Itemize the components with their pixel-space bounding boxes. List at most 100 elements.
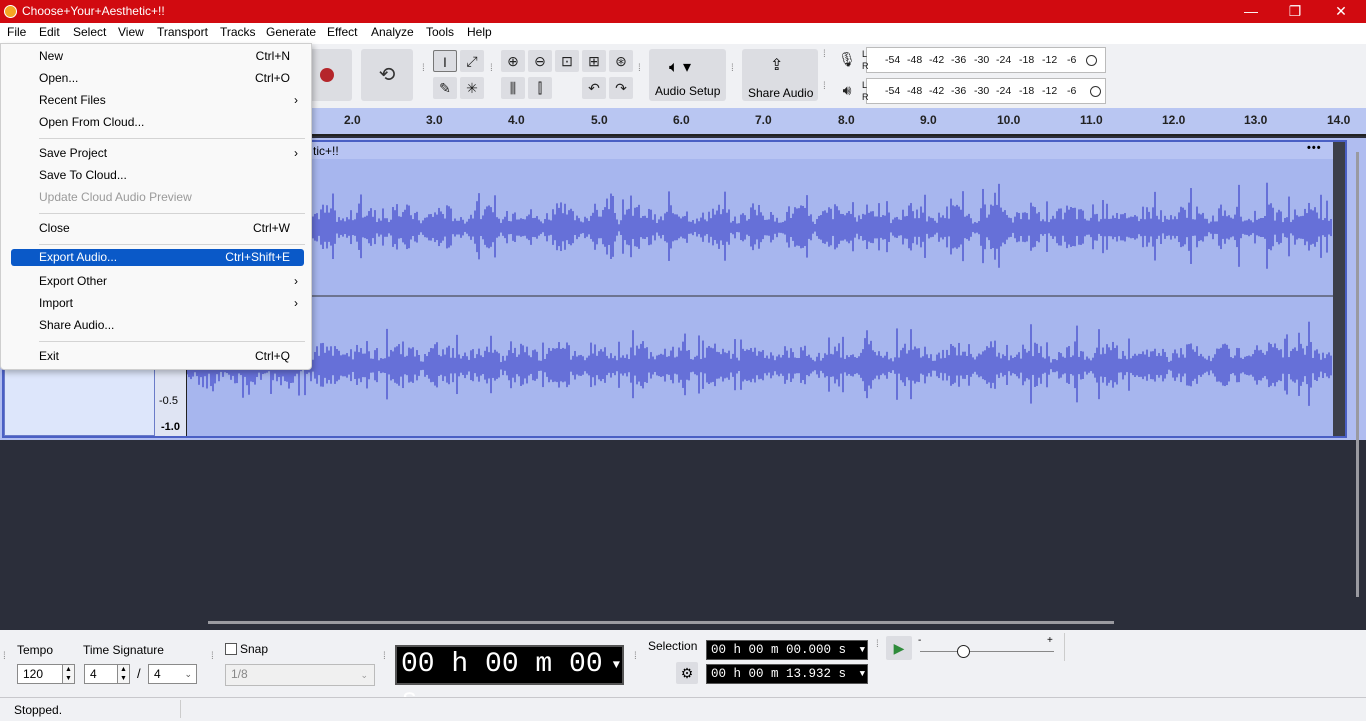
menu-item-open[interactable]: Open... Ctrl+O xyxy=(11,68,304,88)
status-text: Stopped. xyxy=(14,703,63,717)
play-speed-track[interactable] xyxy=(920,651,1054,652)
ruler-label: 3.0 xyxy=(426,113,443,127)
toolbar-grip-icon[interactable]: ⁞ xyxy=(422,64,426,84)
meter-tick: -54 xyxy=(885,85,901,97)
toolbar-grip-icon[interactable]: ⁞ xyxy=(211,652,215,672)
menu-item-new[interactable]: New Ctrl+N xyxy=(11,46,304,66)
toolbar-grip-icon[interactable]: ⁞ xyxy=(731,64,735,84)
draw-tool-icon[interactable]: ✎ xyxy=(433,77,457,99)
toolbar-grip-icon[interactable]: ⁞ xyxy=(876,640,880,660)
silence-audio-icon[interactable]: ⫿ xyxy=(528,77,552,99)
selection-tool-icon[interactable]: I xyxy=(433,50,457,72)
snap-label: Snap xyxy=(240,642,269,656)
menu-effect[interactable]: Effect xyxy=(324,25,360,39)
loop-button[interactable]: ⟲ xyxy=(361,49,413,101)
toolbar-grip-icon[interactable]: ⁞ xyxy=(823,82,827,102)
time-display[interactable]: 00 h 00 m 00 s▼ xyxy=(395,645,624,716)
menu-view[interactable]: View xyxy=(115,25,147,39)
snap-select[interactable]: 1/8 ⌄ xyxy=(225,664,375,686)
menu-item-import[interactable]: Import › xyxy=(11,293,304,313)
record-icon xyxy=(320,68,334,82)
menu-item-export-audio[interactable]: Export Audio... Ctrl+Shift+E xyxy=(11,249,304,266)
fit-project-icon[interactable]: ⊞ xyxy=(582,50,606,72)
ruler-label: 12.0 xyxy=(1162,113,1186,127)
toolbar-grip-icon[interactable]: ⁞ xyxy=(3,652,7,672)
denominator-value: 4 xyxy=(154,667,161,681)
title-bar: Choose+Your+Aesthetic+!! — ❐ ✕ xyxy=(0,0,1366,23)
snap-checkbox[interactable] xyxy=(225,643,237,655)
trim-audio-icon[interactable]: ⫼ xyxy=(501,77,525,99)
menu-generate[interactable]: Generate xyxy=(263,25,319,39)
toolbar-grip-icon[interactable]: ⁞ xyxy=(490,64,494,84)
timeline-ruler[interactable]: 2.0 3.0 4.0 5.0 6.0 7.0 8.0 9.0 10.0 11.… xyxy=(312,108,1366,136)
upload-icon: ⇪ xyxy=(770,57,784,74)
meter-slider-handle[interactable] xyxy=(1086,55,1097,66)
multi-tool-icon[interactable]: ✳ xyxy=(460,77,484,99)
meter-tick: -48 xyxy=(907,85,923,97)
settings-gear-icon[interactable]: ⚙ xyxy=(676,662,698,684)
menu-edit[interactable]: Edit xyxy=(36,25,63,39)
menu-transport[interactable]: Transport xyxy=(154,25,211,39)
menu-item-save-project[interactable]: Save Project › xyxy=(11,143,304,163)
vertical-scrollbar[interactable] xyxy=(1356,152,1359,597)
speaker-dropdown-icon: 🔈︎ ▾ xyxy=(669,59,692,76)
menu-help[interactable]: Help xyxy=(464,25,495,39)
menu-item-exit[interactable]: Exit Ctrl+Q xyxy=(11,346,304,366)
selection-start-field[interactable]: 00 h 00 m 00.000 s ▼ xyxy=(706,640,868,660)
menu-file[interactable]: File xyxy=(4,25,29,39)
menu-item-update-cloud-audio-preview: Update Cloud Audio Preview xyxy=(39,190,192,204)
zoom-toggle-icon[interactable]: ⊛ xyxy=(609,50,633,72)
time-signature-denominator[interactable]: 4 ⌄ xyxy=(148,664,197,684)
tempo-input[interactable]: 120 xyxy=(17,664,63,684)
tempo-stepper[interactable]: ▲ ▼ xyxy=(62,664,75,684)
chevron-right-icon: › xyxy=(294,274,298,288)
ruler-label: 11.0 xyxy=(1080,113,1103,127)
zoom-in-icon[interactable]: ⊕ xyxy=(501,50,525,72)
menu-separator xyxy=(39,244,305,245)
menu-item-share-audio[interactable]: Share Audio... xyxy=(11,315,304,335)
recording-meter[interactable]: L R -54 -48 -42 -36 -30 -24 -18 -12 -6 xyxy=(862,47,1106,73)
close-button[interactable]: ✕ xyxy=(1318,0,1364,23)
share-audio-button[interactable]: ⇪ Share Audio xyxy=(742,49,818,101)
maximize-button[interactable]: ❐ xyxy=(1272,0,1318,23)
meter-tick: -42 xyxy=(929,85,945,97)
numerator-stepper[interactable]: ▲ ▼ xyxy=(117,664,130,684)
envelope-tool-icon[interactable]: ⤢ xyxy=(460,50,484,72)
toolbar-grip-icon[interactable]: ⁞ xyxy=(638,64,642,84)
menu-item-export-other[interactable]: Export Other › xyxy=(11,271,304,291)
chevron-down-icon: ⌄ xyxy=(184,669,192,679)
play-speed-handle[interactable] xyxy=(957,645,970,658)
toolbar-grip-icon[interactable]: ⁞ xyxy=(634,652,638,672)
menu-item-close[interactable]: Close Ctrl+W xyxy=(11,218,304,238)
selection-end-field[interactable]: 00 h 00 m 13.932 s ▼ xyxy=(706,664,868,684)
microphone-icon[interactable]: 🎙︎ xyxy=(835,48,859,70)
divider xyxy=(1064,633,1065,661)
toolbar-grip-icon[interactable]: ⁞ xyxy=(383,652,387,672)
menu-item-open-from-cloud[interactable]: Open From Cloud... xyxy=(11,112,304,132)
meter-tick: -48 xyxy=(907,54,923,66)
meter-slider-handle[interactable] xyxy=(1090,86,1101,97)
menu-item-recent-files[interactable]: Recent Files › xyxy=(11,90,304,110)
meter-r-label: R xyxy=(862,61,869,71)
speaker-icon[interactable]: 🔊︎ xyxy=(835,79,859,101)
menu-separator xyxy=(39,341,305,342)
minimize-button[interactable]: — xyxy=(1228,0,1274,23)
playback-meter[interactable]: L R -54 -48 -42 -36 -30 -24 -18 -12 -6 xyxy=(862,78,1106,104)
meter-tick: -12 xyxy=(1042,85,1058,97)
ruler-label: 13.0 xyxy=(1244,113,1268,127)
audio-setup-button[interactable]: 🔈︎ ▾ Audio Setup xyxy=(649,49,726,101)
menu-select[interactable]: Select xyxy=(70,25,109,39)
snap-value: 1/8 xyxy=(231,667,248,681)
undo-icon[interactable]: ↶ xyxy=(582,77,606,99)
play-at-speed-icon[interactable]: ▶ xyxy=(886,636,912,660)
menu-tools[interactable]: Tools xyxy=(423,25,457,39)
redo-icon[interactable]: ↷ xyxy=(609,77,633,99)
menu-tracks[interactable]: Tracks xyxy=(217,25,259,39)
fit-selection-icon[interactable]: ⊡ xyxy=(555,50,579,72)
menu-item-save-to-cloud[interactable]: Save To Cloud... xyxy=(11,165,304,185)
zoom-out-icon[interactable]: ⊖ xyxy=(528,50,552,72)
toolbar-grip-icon[interactable]: ⁞ xyxy=(823,50,827,70)
menu-analyze[interactable]: Analyze xyxy=(368,25,417,39)
time-signature-numerator[interactable]: 4 xyxy=(84,664,118,684)
horizontal-scrollbar[interactable] xyxy=(208,621,1114,624)
